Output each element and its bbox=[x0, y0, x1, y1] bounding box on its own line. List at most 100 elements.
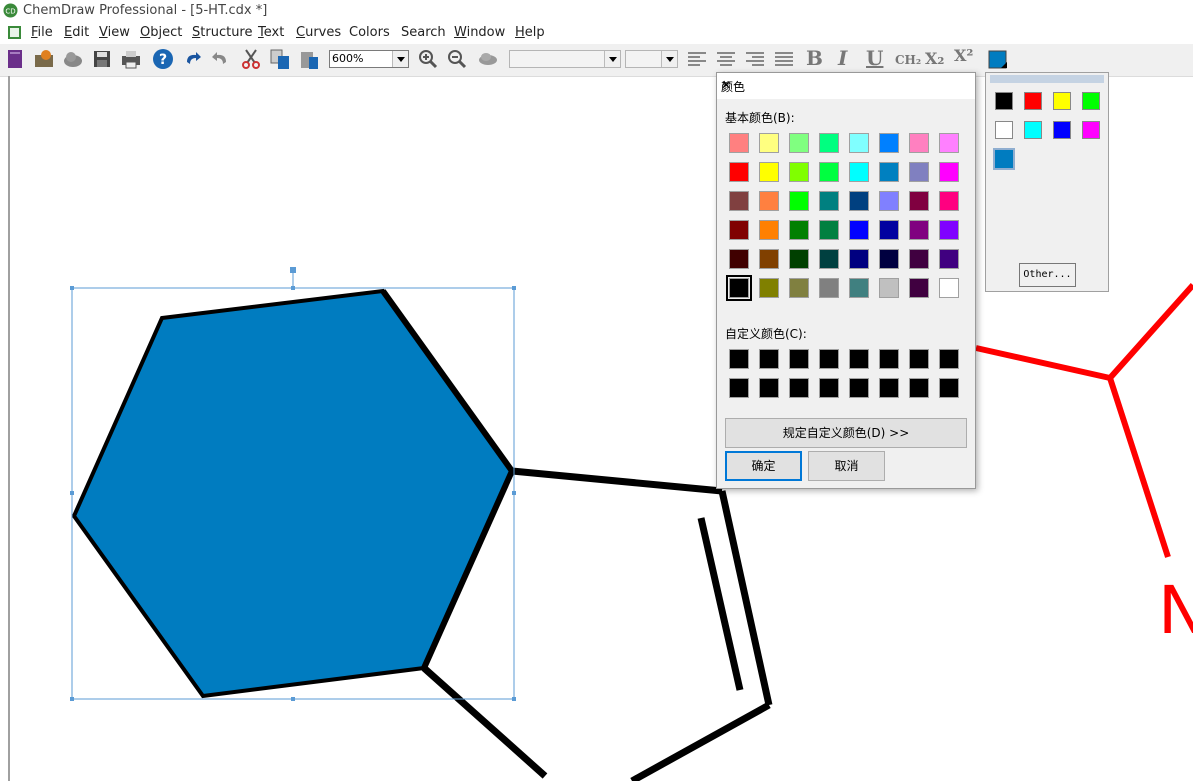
palette-color-swatch[interactable] bbox=[995, 121, 1013, 139]
basic-color-swatch[interactable] bbox=[879, 191, 899, 211]
menu-text[interactable]: Text bbox=[258, 25, 284, 40]
menu-search[interactable]: Search bbox=[401, 25, 446, 40]
basic-color-swatch[interactable] bbox=[909, 278, 929, 298]
subscript-icon[interactable]: X₂ bbox=[925, 49, 951, 71]
zoom-out-icon[interactable] bbox=[446, 48, 468, 70]
basic-color-swatch[interactable] bbox=[759, 278, 779, 298]
chevron-down-icon[interactable] bbox=[661, 51, 677, 67]
basic-color-swatch[interactable] bbox=[939, 191, 959, 211]
custom-color-swatch[interactable] bbox=[939, 378, 959, 398]
palette-color-swatch[interactable] bbox=[1082, 92, 1100, 110]
superscript-icon[interactable]: X² bbox=[954, 46, 980, 68]
custom-color-swatch[interactable] bbox=[849, 378, 869, 398]
undo-icon[interactable] bbox=[181, 48, 203, 70]
menu-help[interactable]: Help bbox=[515, 25, 545, 40]
basic-color-swatch[interactable] bbox=[819, 278, 839, 298]
custom-color-swatch[interactable] bbox=[729, 378, 749, 398]
custom-color-swatch[interactable] bbox=[879, 378, 899, 398]
menu-colors[interactable]: Colors bbox=[349, 25, 390, 40]
basic-color-swatch[interactable] bbox=[939, 278, 959, 298]
custom-color-swatch[interactable] bbox=[789, 378, 809, 398]
align-right-icon[interactable] bbox=[744, 48, 766, 70]
basic-color-swatch[interactable] bbox=[789, 249, 809, 269]
basic-color-swatch[interactable] bbox=[849, 249, 869, 269]
other-color-button[interactable]: Other... bbox=[1019, 263, 1076, 287]
palette-color-swatch[interactable] bbox=[1024, 92, 1042, 110]
basic-color-swatch[interactable] bbox=[909, 220, 929, 240]
chevron-down-icon[interactable] bbox=[604, 51, 620, 67]
basic-color-swatch[interactable] bbox=[819, 133, 839, 153]
help-icon[interactable]: ? bbox=[152, 48, 174, 70]
basic-color-swatch[interactable] bbox=[849, 278, 869, 298]
custom-color-swatch[interactable] bbox=[879, 349, 899, 369]
custom-color-swatch[interactable] bbox=[759, 349, 779, 369]
menu-window[interactable]: Window bbox=[454, 25, 505, 40]
italic-icon[interactable]: I bbox=[838, 46, 860, 70]
cancel-button[interactable]: 取消 bbox=[808, 451, 885, 481]
basic-color-swatch[interactable] bbox=[939, 249, 959, 269]
align-center-icon[interactable] bbox=[715, 48, 737, 70]
custom-color-swatch[interactable] bbox=[939, 349, 959, 369]
close-icon[interactable]: ✕ bbox=[721, 78, 969, 92]
basic-color-swatch[interactable] bbox=[729, 162, 749, 182]
basic-color-swatch[interactable] bbox=[759, 191, 779, 211]
paste-icon[interactable] bbox=[298, 48, 320, 70]
selected-benzene-ring[interactable] bbox=[71, 288, 515, 699]
menu-object[interactable]: Object bbox=[140, 25, 182, 40]
basic-color-swatch[interactable] bbox=[909, 133, 929, 153]
custom-color-swatch[interactable] bbox=[849, 349, 869, 369]
copy-icon[interactable] bbox=[269, 48, 291, 70]
basic-color-swatch[interactable] bbox=[819, 220, 839, 240]
basic-color-swatch[interactable] bbox=[759, 220, 779, 240]
underline-icon[interactable]: U bbox=[866, 46, 888, 70]
zoom-in-icon[interactable] bbox=[417, 48, 439, 70]
menu-view[interactable]: View bbox=[99, 25, 130, 40]
palette-current-color[interactable] bbox=[993, 148, 1015, 170]
menu-file[interactable]: File bbox=[31, 25, 53, 40]
selection-handles[interactable] bbox=[70, 267, 516, 701]
custom-color-swatch[interactable] bbox=[729, 349, 749, 369]
basic-color-swatch[interactable] bbox=[879, 133, 899, 153]
basic-color-swatch[interactable] bbox=[939, 220, 959, 240]
basic-color-swatch[interactable] bbox=[939, 133, 959, 153]
basic-color-swatch[interactable] bbox=[729, 249, 749, 269]
basic-color-swatch[interactable] bbox=[879, 162, 899, 182]
palette-color-swatch[interactable] bbox=[995, 92, 1013, 110]
basic-color-swatch[interactable] bbox=[939, 162, 959, 182]
custom-color-swatch[interactable] bbox=[819, 349, 839, 369]
chevron-down-icon[interactable] bbox=[392, 51, 408, 67]
custom-color-swatch[interactable] bbox=[759, 378, 779, 398]
cloud-icon[interactable] bbox=[62, 48, 84, 70]
ok-button[interactable]: 确定 bbox=[725, 451, 802, 481]
nitrogen-atom-label[interactable]: N bbox=[1158, 572, 1193, 649]
basic-color-swatch[interactable] bbox=[909, 191, 929, 211]
open-icon[interactable] bbox=[33, 48, 55, 70]
save-icon[interactable] bbox=[91, 48, 113, 70]
justify-icon[interactable] bbox=[773, 48, 795, 70]
basic-color-swatch[interactable] bbox=[849, 191, 869, 211]
basic-color-swatch[interactable] bbox=[909, 249, 929, 269]
basic-color-swatch[interactable] bbox=[879, 220, 899, 240]
basic-color-swatch[interactable] bbox=[789, 133, 809, 153]
custom-color-swatch[interactable] bbox=[909, 349, 929, 369]
redo-icon[interactable] bbox=[210, 48, 232, 70]
basic-color-swatch[interactable] bbox=[726, 275, 752, 301]
bold-icon[interactable]: B bbox=[806, 46, 828, 70]
define-custom-colors-button[interactable]: 规定自定义颜色(D) >> bbox=[725, 418, 967, 448]
selection-box[interactable] bbox=[71, 271, 515, 700]
document-icon[interactable] bbox=[7, 25, 22, 40]
basic-color-swatch[interactable] bbox=[879, 278, 899, 298]
font-family-select[interactable] bbox=[509, 50, 621, 68]
basic-color-swatch[interactable] bbox=[819, 249, 839, 269]
basic-color-swatch[interactable] bbox=[819, 162, 839, 182]
palette-color-swatch[interactable] bbox=[1053, 92, 1071, 110]
custom-color-swatch[interactable] bbox=[909, 378, 929, 398]
basic-color-swatch[interactable] bbox=[759, 249, 779, 269]
palette-color-swatch[interactable] bbox=[1053, 121, 1071, 139]
cloud-sync-icon[interactable] bbox=[477, 48, 499, 70]
basic-color-swatch[interactable] bbox=[729, 191, 749, 211]
basic-color-swatch[interactable] bbox=[789, 220, 809, 240]
basic-color-swatch[interactable] bbox=[789, 191, 809, 211]
font-size-select[interactable] bbox=[625, 50, 678, 68]
basic-color-swatch[interactable] bbox=[729, 220, 749, 240]
